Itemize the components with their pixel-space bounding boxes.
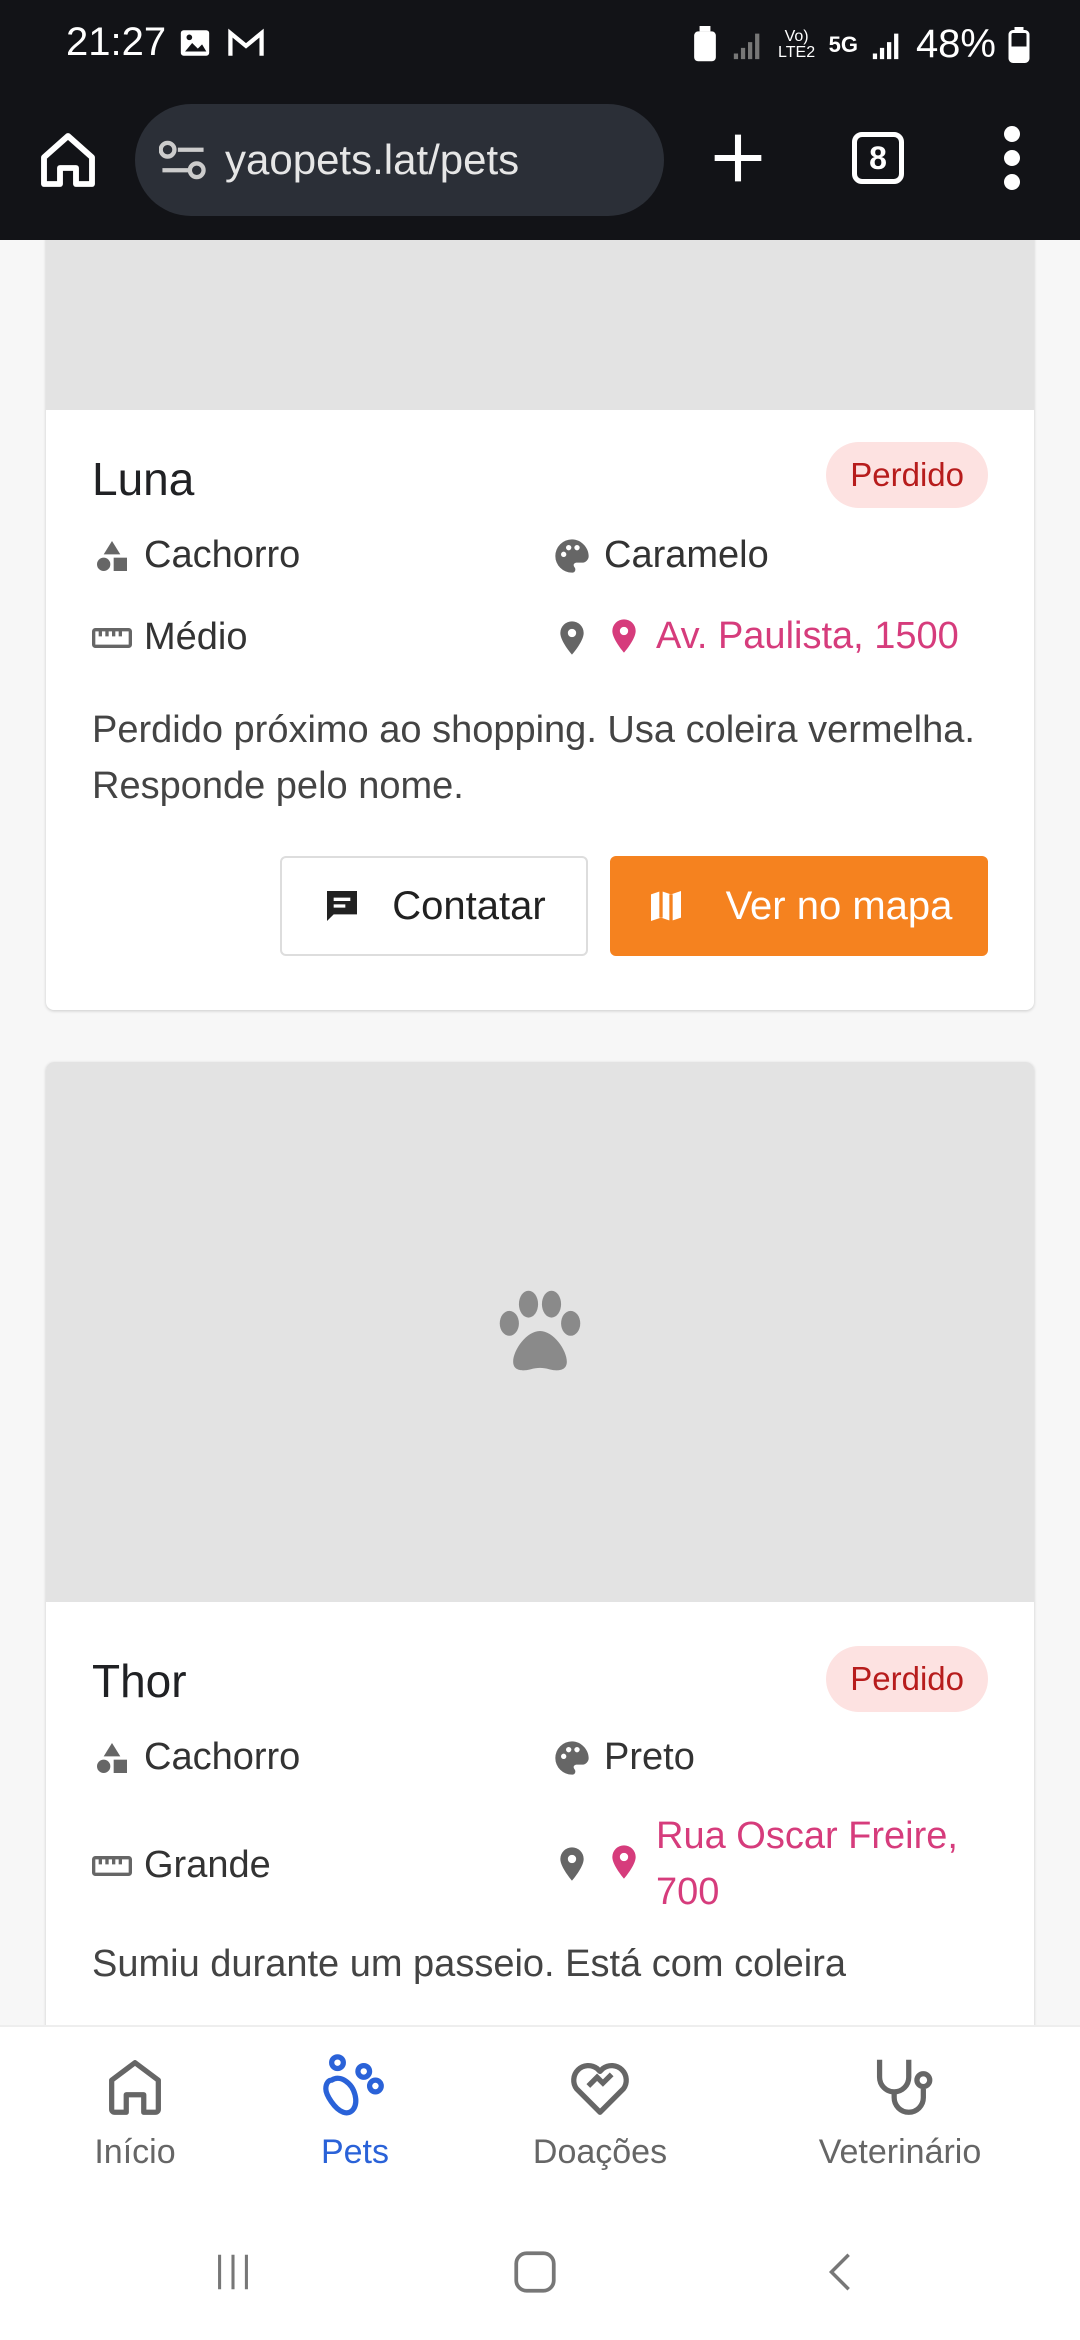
map-icon xyxy=(650,891,681,921)
pet-species: Cachorro xyxy=(144,534,301,576)
contact-button[interactable]: Contatar xyxy=(280,856,588,956)
nav-label: Início xyxy=(94,2133,176,2171)
pet-location-link[interactable]: Rua Oscar Freire, 700 xyxy=(656,1808,996,1920)
home-icon[interactable] xyxy=(36,128,100,192)
site-settings-icon[interactable] xyxy=(159,140,207,180)
shapes-icon xyxy=(97,1743,127,1773)
signal-icon xyxy=(872,33,899,59)
address-bar[interactable]: yaopets.lat/pets xyxy=(135,104,664,216)
tab-switcher-button[interactable]: 8 xyxy=(852,132,904,184)
status-bar: 21:27 Vo) LTE2 5G 48% xyxy=(0,0,1080,90)
more-menu-icon[interactable] xyxy=(1000,126,1024,190)
nav-item-doacoes[interactable]: Doações xyxy=(520,2051,680,2172)
stethoscope-icon xyxy=(876,2059,933,2115)
palette-icon xyxy=(555,539,589,573)
browser-toolbar: yaopets.lat/pets 8 xyxy=(0,90,1080,240)
view-on-map-label: Ver no mapa xyxy=(725,883,953,928)
pet-card: Thor Perdido Cachorro Preto Grande Rua O… xyxy=(46,1062,1034,2025)
view-on-map-button[interactable]: Ver no mapa xyxy=(610,856,988,956)
gallery-icon xyxy=(180,30,210,56)
nav-label: Veterinário xyxy=(818,2133,982,2171)
map-pin-icon xyxy=(612,1845,636,1879)
status-time: 21:27 xyxy=(66,20,167,64)
new-tab-icon[interactable] xyxy=(710,130,766,186)
bottom-navigation: Início Pets Doações Veterinário xyxy=(0,2025,1080,2205)
system-navigation-bar xyxy=(0,2205,1080,2340)
nav-item-inicio[interactable]: Início xyxy=(70,2051,200,2172)
paw-icon xyxy=(499,1290,581,1371)
shapes-icon xyxy=(97,541,127,571)
nav-label: Pets xyxy=(320,2133,390,2171)
pet-description: Perdido próximo ao shopping. Usa coleira… xyxy=(92,709,975,807)
battery-saver-icon xyxy=(693,25,716,61)
message-icon xyxy=(327,891,358,921)
volte-label: Vo) LTE2 xyxy=(778,27,816,61)
status-badge: Perdido xyxy=(826,1646,988,1712)
location-icon xyxy=(560,1847,584,1881)
contact-button-label: Contatar xyxy=(392,883,546,928)
battery-percent: 48% xyxy=(915,22,996,66)
map-pin-icon xyxy=(612,619,636,653)
back-icon[interactable] xyxy=(818,2249,864,2295)
pet-photo-placeholder xyxy=(46,1062,1034,1602)
pet-name: Luna xyxy=(92,453,195,505)
pet-color: Caramelo xyxy=(604,534,769,576)
pet-species: Cachorro xyxy=(144,1736,301,1778)
pet-description: Sumiu durante um passeio. Está com colei… xyxy=(92,1943,847,1985)
pet-location-link[interactable]: Av. Paulista, 1500 xyxy=(656,608,1016,664)
status-badge: Perdido xyxy=(826,442,988,508)
pet-color: Preto xyxy=(604,1736,695,1778)
battery-icon xyxy=(1008,26,1030,63)
pet-size: Médio xyxy=(144,616,248,658)
nav-item-pets[interactable]: Pets xyxy=(290,2051,420,2172)
palette-icon xyxy=(555,1741,589,1775)
home-icon xyxy=(109,2060,161,2115)
paw-icon xyxy=(323,2054,384,2116)
location-icon xyxy=(560,621,584,655)
home-button-icon[interactable] xyxy=(510,2247,560,2297)
nav-item-veterinario[interactable]: Veterinário xyxy=(800,2051,1000,2172)
ruler-icon xyxy=(92,1856,132,1876)
nav-label: Doações xyxy=(532,2133,668,2171)
url-text: yaopets.lat/pets xyxy=(225,136,520,183)
network-label: 5G xyxy=(828,31,858,57)
pet-size: Grande xyxy=(144,1844,271,1886)
recent-apps-icon[interactable] xyxy=(210,2249,256,2295)
pet-card: Luna Perdido Cachorro Caramelo Médio Av.… xyxy=(46,240,1034,1010)
pet-photo-placeholder xyxy=(46,240,1034,410)
gmail-icon xyxy=(228,28,264,56)
pet-name: Thor xyxy=(92,1655,187,1707)
pets-list: Luna Perdido Cachorro Caramelo Médio Av.… xyxy=(0,240,1080,2025)
signal-icon xyxy=(733,33,759,59)
ruler-icon xyxy=(92,628,132,648)
heart-hands-icon xyxy=(571,2062,629,2115)
